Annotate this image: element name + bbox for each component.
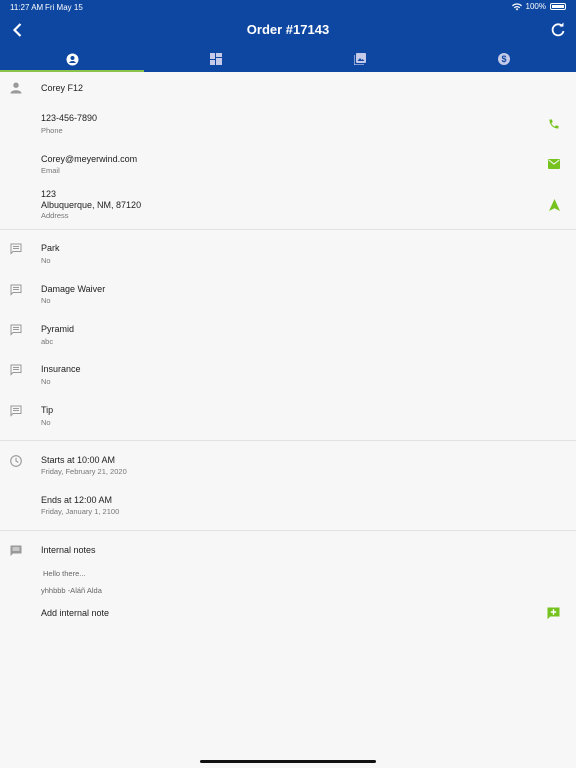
address-line1: 123 <box>41 189 57 199</box>
status-bar: 11:27 AM Fri May 15 100% <box>0 0 576 14</box>
status-right: 100% <box>511 2 566 11</box>
tab-bar: $ <box>0 46 576 72</box>
field-value: No <box>41 256 51 265</box>
divider <box>0 440 576 441</box>
field-value: No <box>41 377 51 386</box>
end-time: Ends at 12:00 AM <box>41 495 113 505</box>
refresh-icon[interactable] <box>548 20 568 40</box>
add-note-label[interactable]: Add internal note <box>41 608 109 618</box>
field-label: Damage Waiver <box>41 284 106 294</box>
wifi-icon <box>511 2 522 11</box>
note-text: Hello there... <box>43 569 86 578</box>
field-value: abc <box>41 337 54 346</box>
clock-icon <box>10 455 22 467</box>
field-label: Park <box>41 243 60 253</box>
start-time: Starts at 10:00 AM <box>41 455 116 465</box>
email-label: Email <box>41 166 60 175</box>
battery-icon <box>550 3 566 10</box>
status-date: Fri May 15 <box>45 3 83 12</box>
comment-icon <box>10 405 22 417</box>
start-date: Friday, February 21, 2020 <box>41 467 127 476</box>
field-label: Insurance <box>41 364 81 374</box>
message-icon <box>10 545 22 557</box>
end-date: Friday, January 1, 2100 <box>41 507 120 516</box>
tab-customer[interactable] <box>0 46 144 72</box>
comment-icon <box>10 243 22 255</box>
dollar-icon: $ <box>498 53 510 65</box>
battery-percent: 100% <box>525 2 546 11</box>
note-author: yhhbbb -Aláñ Alda <box>41 586 102 595</box>
tab-payment[interactable]: $ <box>432 46 576 72</box>
account-circle-icon <box>66 53 79 66</box>
home-indicator <box>200 760 376 763</box>
add-comment-icon[interactable] <box>547 607 560 620</box>
customer-name: Corey F12 <box>41 83 84 93</box>
page-title: Order #17143 <box>246 22 330 37</box>
tab-photos[interactable] <box>288 46 432 72</box>
divider <box>0 229 576 230</box>
person-icon <box>10 82 22 94</box>
notes-title: Internal notes <box>41 545 96 555</box>
app-bar: Order #17143 <box>0 14 576 46</box>
field-label: Tip <box>41 405 54 415</box>
field-value: No <box>41 296 51 305</box>
phone-value: 123-456-7890 <box>41 113 98 123</box>
phone-icon[interactable] <box>548 118 560 130</box>
divider <box>0 530 576 531</box>
address-line2: Albuquerque, NM, 87120 <box>41 200 142 210</box>
field-value: No <box>41 418 51 427</box>
comment-icon <box>10 324 22 336</box>
status-time: 11:27 AM <box>10 3 44 12</box>
comment-icon <box>10 284 22 296</box>
mail-icon[interactable] <box>548 159 560 169</box>
photo-library-icon <box>354 53 366 65</box>
phone-label: Phone <box>41 126 63 135</box>
email-value: Corey@meyerwind.com <box>41 154 138 164</box>
address-label: Address <box>41 211 69 220</box>
dashboard-icon <box>210 53 222 65</box>
navigation-icon[interactable] <box>549 199 560 211</box>
svg-text:$: $ <box>501 54 506 64</box>
field-label: Pyramid <box>41 324 75 334</box>
tab-items[interactable] <box>144 46 288 72</box>
comment-icon <box>10 364 22 376</box>
